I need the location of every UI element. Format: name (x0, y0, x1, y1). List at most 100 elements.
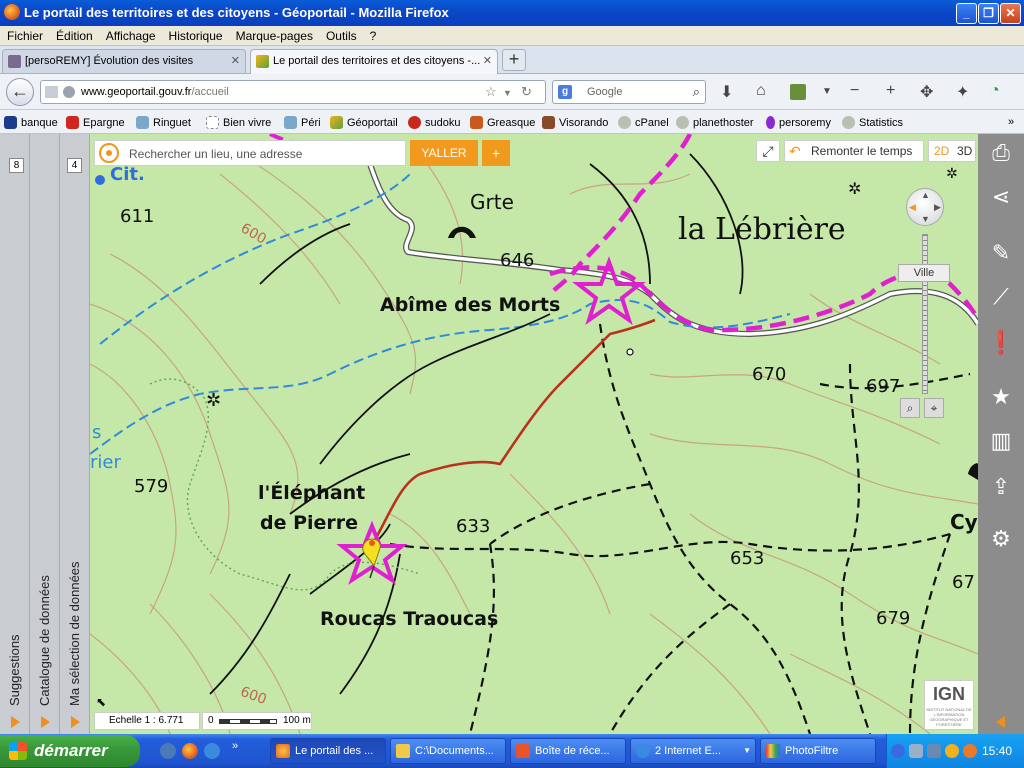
tab-persoremy[interactable]: [persoREMY] Évolution des visites ✕ (2, 49, 246, 73)
locate-icon[interactable] (99, 143, 119, 163)
tab-geoportail[interactable]: Le portail des territoires et des citoye… (250, 49, 498, 74)
gear-icon[interactable]: ⚙ (984, 522, 1018, 556)
tray-arrow-icon[interactable] (891, 744, 905, 758)
bookmark-ringuet[interactable]: Ringuet (136, 116, 191, 129)
remonter-le-temps-button[interactable]: ↶ Remonter le temps (784, 140, 924, 162)
bookmark-banque[interactable]: banque (4, 116, 58, 129)
close-button[interactable]: ✕ (1000, 3, 1021, 24)
taskbar-button-explorer[interactable]: C:\Documents... (390, 738, 506, 764)
download-icon[interactable]: ⬇ (720, 82, 733, 102)
zoom-slider[interactable] (922, 234, 928, 394)
taskbar-button-ie[interactable]: 2 Internet E... ▼ (630, 738, 756, 764)
tray-monitor-icon[interactable] (927, 744, 941, 758)
bookmark-bien-vivre[interactable]: Bien vivre (206, 116, 271, 129)
move-icon[interactable]: ✥ (920, 82, 933, 102)
taskbar-button-firefox[interactable]: Le portail des ... (270, 738, 386, 764)
bookmark-statistics[interactable]: Statistics (842, 116, 903, 129)
bookmark-visorando[interactable]: Visorando (542, 116, 608, 129)
yaller-button[interactable]: YALLER (410, 140, 478, 166)
printer-icon[interactable]: ⎙ (984, 136, 1018, 170)
quicklaunch-desktop-icon[interactable] (160, 743, 176, 759)
start-button[interactable]: démarrer (0, 735, 140, 767)
label-s: s (92, 422, 102, 443)
more-bookmarks-icon[interactable]: » (1008, 116, 1014, 128)
bookmark-persoremy[interactable]: persoremy (766, 116, 831, 129)
maximize-button[interactable]: ❐ (978, 3, 999, 24)
firefox-icon (276, 744, 290, 758)
windows-taskbar: démarrer » Le portail des ... C:\Documen… (0, 734, 1024, 768)
zoom-out-icon[interactable]: − (850, 82, 859, 100)
panel-selection[interactable]: 4 Ma sélection de données (60, 134, 90, 734)
pan-control[interactable]: ▲ ▼ ◀ ▶ (906, 188, 944, 226)
globe-icon (63, 86, 75, 98)
new-tab-button[interactable]: + (502, 49, 526, 71)
expand-arrow-icon[interactable] (41, 716, 50, 728)
tray-app-icon[interactable] (963, 744, 977, 758)
collapse-arrow-icon[interactable] (996, 716, 1005, 728)
expand-arrow-icon[interactable] (71, 716, 80, 728)
search-bar[interactable]: g Google ⌕ (552, 80, 706, 104)
search-placeholder: Google (587, 86, 623, 98)
place-search-input[interactable]: Rechercher un lieu, une adresse (94, 140, 406, 166)
alert-icon[interactable]: ❗ (984, 326, 1018, 360)
more-search-button[interactable]: + (482, 140, 510, 166)
quicklaunch-ie-icon[interactable] (204, 743, 220, 759)
mode-3d[interactable]: 3D (957, 141, 972, 161)
close-tab-icon[interactable]: ✕ (483, 54, 492, 67)
zoom-center-icon[interactable]: ⌖ (924, 398, 944, 418)
addon-icon[interactable] (790, 84, 806, 100)
menu-help[interactable]: ? (363, 26, 383, 43)
tray-security-icon[interactable] (945, 744, 959, 758)
panel-catalogue[interactable]: Catalogue de données (30, 134, 60, 734)
pencil-icon[interactable]: ✎ (984, 236, 1018, 270)
menu-edition[interactable]: Édition (49, 26, 99, 43)
search-icon[interactable]: ⌕ (693, 84, 700, 100)
export-icon[interactable]: ⇪ (984, 470, 1018, 504)
star-icon[interactable]: ★ (984, 380, 1018, 414)
google-icon[interactable]: g (558, 85, 572, 99)
panel-suggestions[interactable]: 8 Suggestions (0, 134, 30, 734)
altitude-611: 611 (120, 206, 155, 227)
bookmark-greasque[interactable]: Greasque (470, 116, 535, 129)
menu-historique[interactable]: Historique (162, 26, 229, 43)
quicklaunch-firefox-icon[interactable] (182, 743, 198, 759)
bookmark-sudoku[interactable]: sudoku (408, 116, 460, 129)
menu-marque-pages[interactable]: Marque-pages (229, 26, 319, 43)
menu-outils[interactable]: Outils (319, 26, 363, 43)
zoom-magnifier-icon[interactable]: ⌕ (900, 398, 920, 418)
close-tab-icon[interactable]: ✕ (231, 54, 240, 67)
mode-2d[interactable]: 2D (934, 141, 949, 161)
map-icon[interactable]: ▥ (984, 424, 1018, 458)
bookmark-planethoster[interactable]: planethoster (676, 116, 754, 129)
reload-icon[interactable]: ↻ (521, 84, 532, 100)
bookmark-epargne[interactable]: Epargne (66, 116, 125, 129)
ruler-icon[interactable]: ⟋ (984, 280, 1018, 314)
extension-icon[interactable]: ✦ (956, 82, 969, 102)
menu-fichier[interactable]: Fichier (0, 26, 49, 43)
bookmark-geoportail[interactable]: Géoportail (330, 116, 398, 129)
sync-icon[interactable]: ◔ (990, 82, 1000, 100)
addon-dropdown-icon[interactable]: ▼ (822, 86, 832, 97)
zoom-in-icon[interactable]: + (886, 82, 895, 100)
url-text: www.geoportail.gouv.fr/accueil (81, 86, 229, 98)
expand-arrow-icon[interactable] (11, 716, 20, 728)
taskbar-button-photofiltre[interactable]: PhotoFiltre (760, 738, 876, 764)
home-icon[interactable]: ⌂ (756, 82, 766, 100)
share-icon[interactable]: ⋖ (984, 180, 1018, 214)
dropdown-arrow-icon[interactable]: ▼ (503, 88, 512, 98)
url-bar[interactable]: www.geoportail.gouv.fr/accueil ☆ ▼ ↻ (40, 80, 546, 104)
map-view[interactable]: ✲ ✲ ✲ ⬉ la Lébrière Abîme des Morts l'Él… (90, 134, 978, 734)
menu-affichage[interactable]: Affichage (99, 26, 162, 43)
bookmark-cpanel[interactable]: cPanel (618, 116, 669, 129)
fullscreen-icon[interactable]: ⤢ (756, 140, 780, 162)
quicklaunch-more-icon[interactable]: » (232, 740, 238, 752)
ign-logo[interactable]: IGN INSTITUT NATIONAL DE L'INFORMATION G… (924, 680, 974, 730)
tray-network-icon[interactable] (909, 744, 923, 758)
minimize-button[interactable]: _ (956, 3, 977, 24)
back-button[interactable]: ← (6, 78, 34, 106)
bookmark-peri[interactable]: Péri (284, 116, 321, 129)
taskbar-button-mail[interactable]: Boîte de réce... (510, 738, 626, 764)
bookmark-star-icon[interactable]: ☆ (485, 84, 497, 100)
view-mode-toggle[interactable]: 2D 3D (928, 140, 976, 162)
system-tray: 15:40 (886, 734, 1024, 768)
